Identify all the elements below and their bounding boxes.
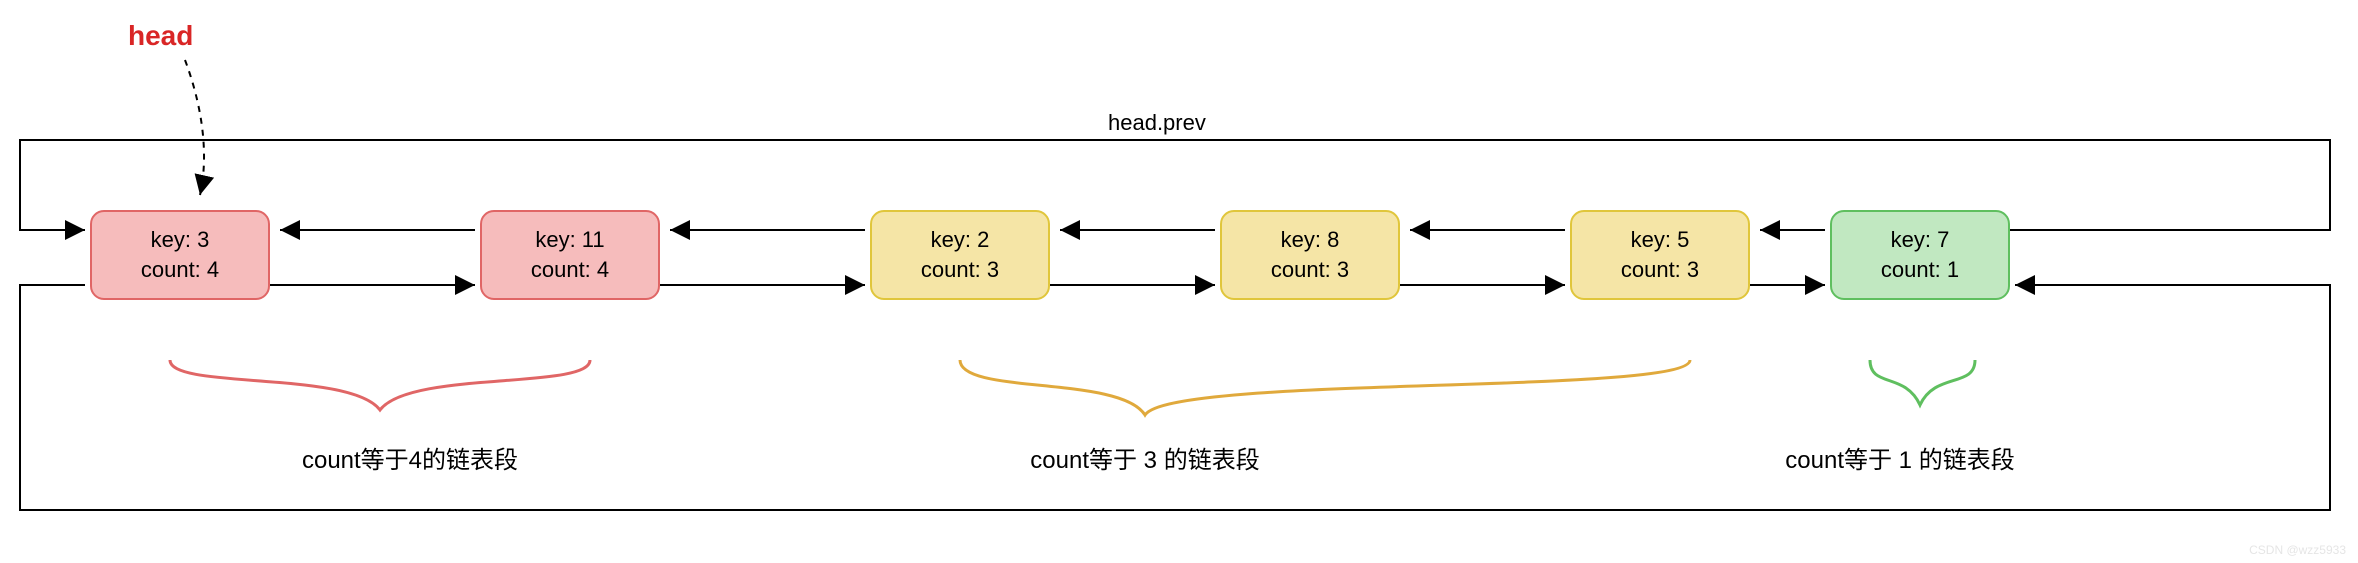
node-key: key: 5 [1631, 225, 1690, 255]
node-key: key: 8 [1281, 225, 1340, 255]
node-count: count: 4 [531, 255, 609, 285]
list-node: key: 5 count: 3 [1570, 210, 1750, 300]
segment-label: count等于4的链表段 [260, 440, 560, 475]
list-node: key: 11 count: 4 [480, 210, 660, 300]
node-count: count: 4 [141, 255, 219, 285]
node-key: key: 2 [931, 225, 990, 255]
node-count: count: 3 [1621, 255, 1699, 285]
node-key: key: 7 [1891, 225, 1950, 255]
node-key: key: 11 [535, 225, 604, 255]
watermark: CSDN @wzz5933 [2249, 543, 2346, 557]
list-node: key: 8 count: 3 [1220, 210, 1400, 300]
head-label: head [128, 20, 193, 52]
list-node: key: 3 count: 4 [90, 210, 270, 300]
node-count: count: 3 [921, 255, 999, 285]
head-prev-label: head.prev [1108, 110, 1206, 136]
node-count: count: 3 [1271, 255, 1349, 285]
segment-label: count等于 1 的链表段 [1750, 440, 2050, 475]
node-key: key: 3 [151, 225, 210, 255]
node-count: count: 1 [1881, 255, 1959, 285]
list-node: key: 7 count: 1 [1830, 210, 2010, 300]
list-node: key: 2 count: 3 [870, 210, 1050, 300]
segment-label: count等于 3 的链表段 [995, 440, 1295, 475]
